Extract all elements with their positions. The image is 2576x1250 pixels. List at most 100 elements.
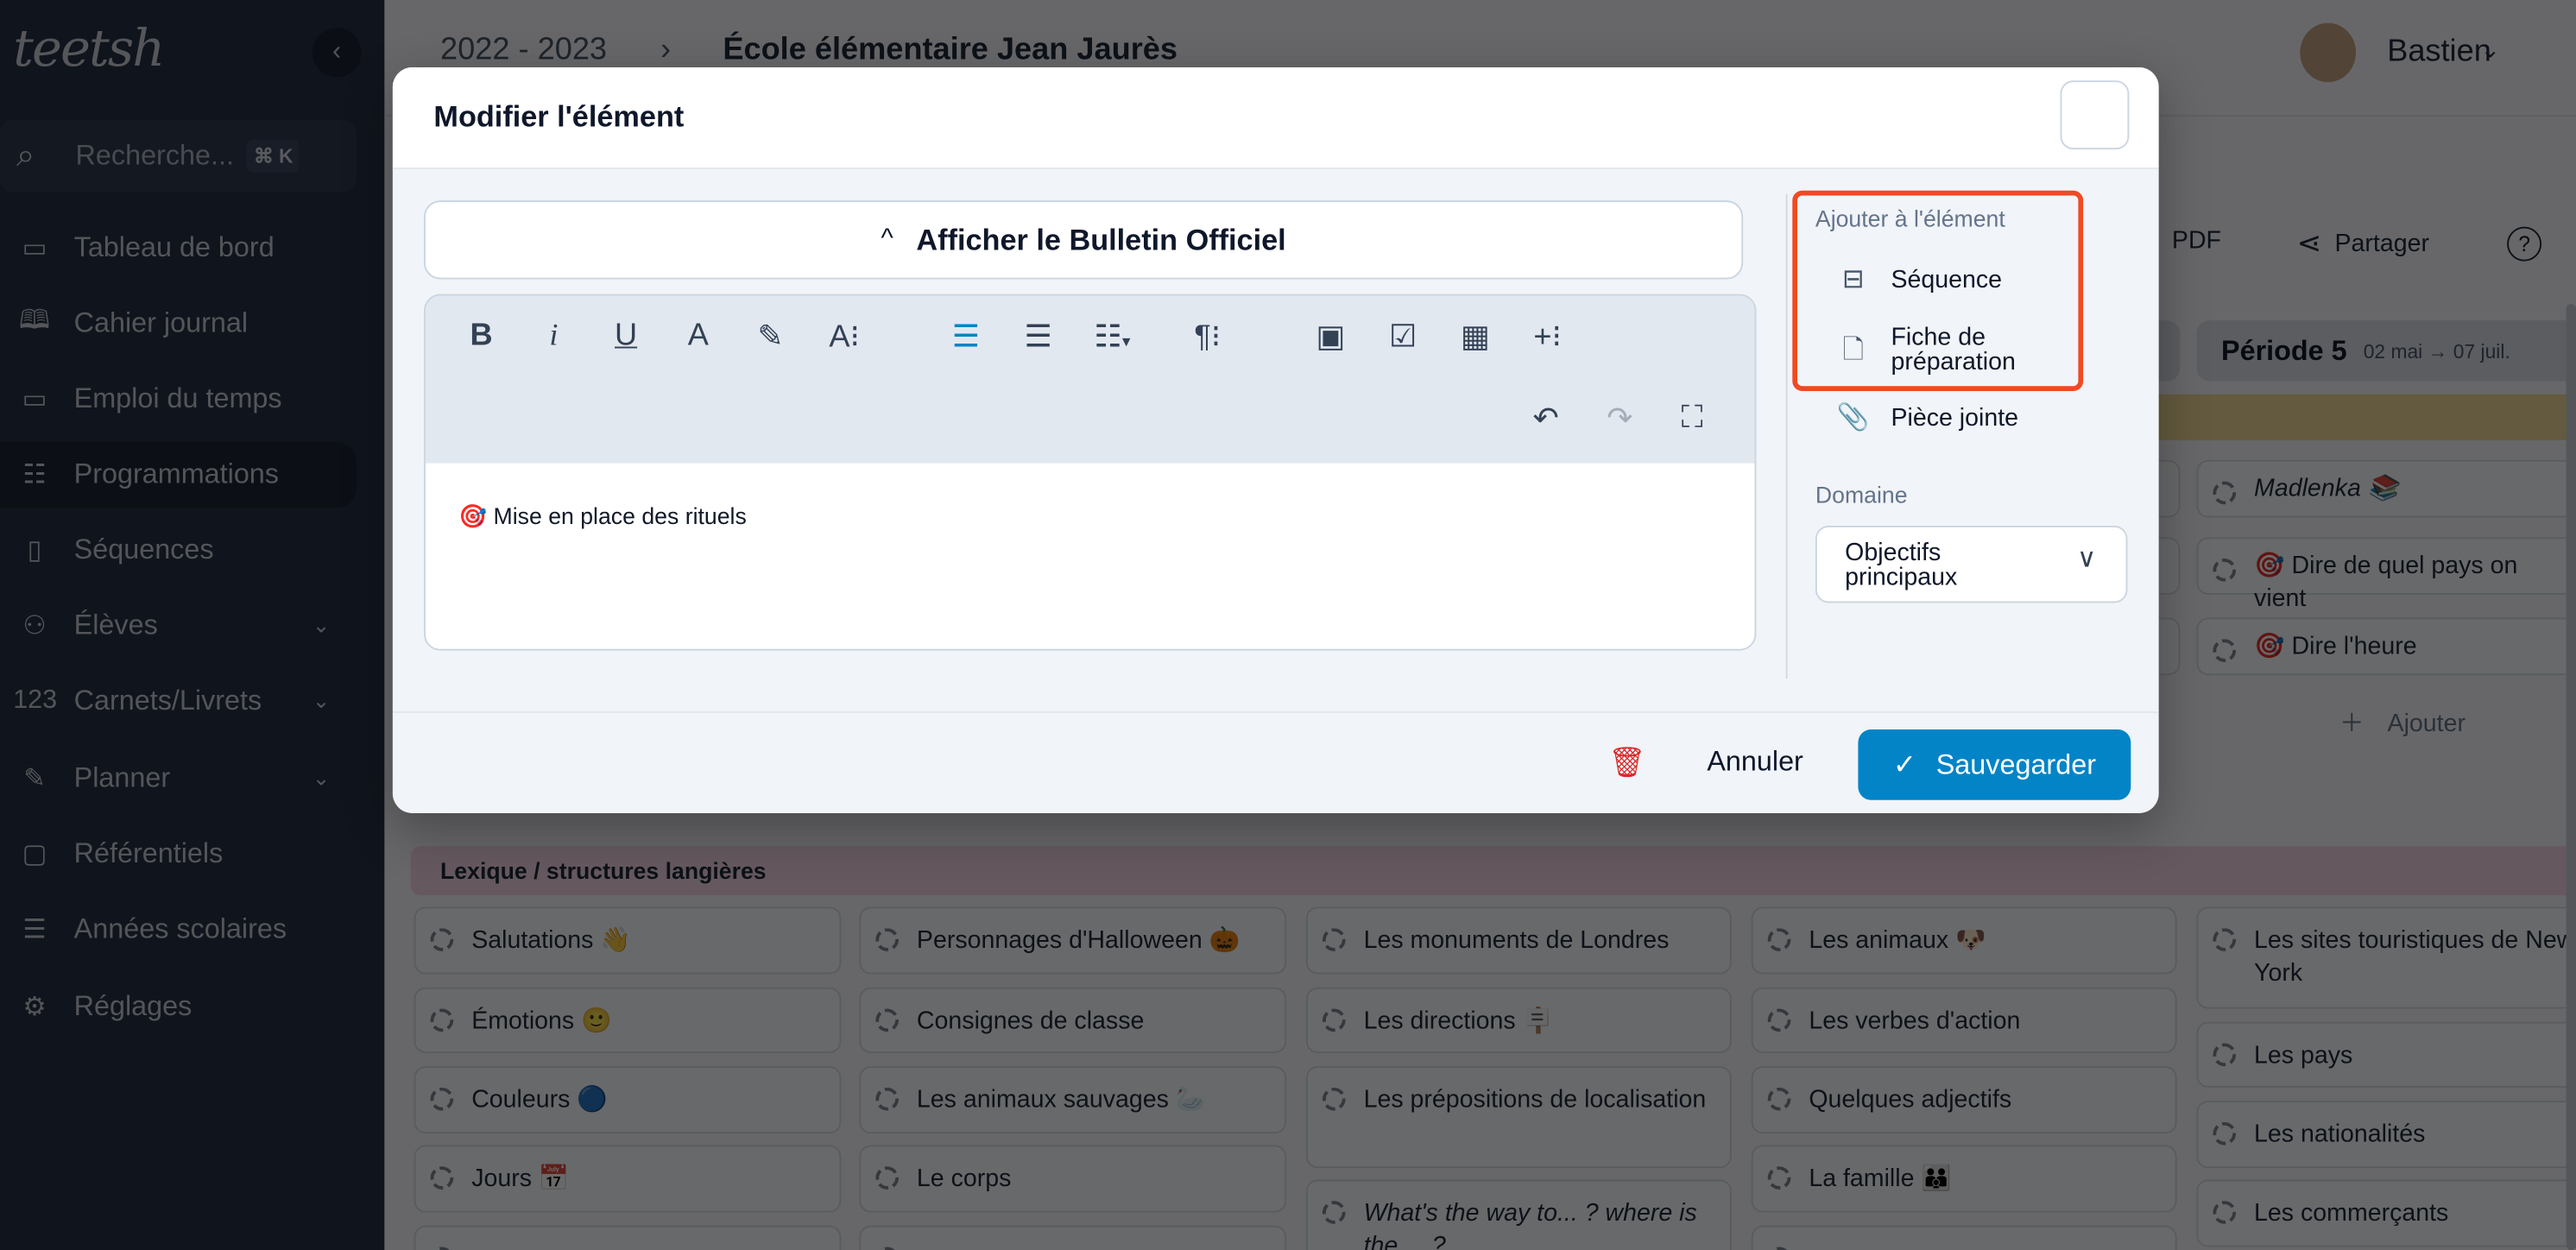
italic-button[interactable]: i bbox=[533, 319, 575, 355]
list-item[interactable]: Les monuments de Londres bbox=[1305, 906, 1732, 975]
align-center-icon[interactable]: ☰ bbox=[1017, 319, 1059, 357]
list-item[interactable]: Les directions 🪧 bbox=[1305, 987, 1732, 1053]
list-item[interactable]: Les verbes d'action bbox=[1751, 987, 2177, 1053]
redo-icon[interactable]: ↷ bbox=[1599, 401, 1641, 439]
list-item[interactable]: Les commerçants bbox=[2196, 1179, 2576, 1247]
avatar[interactable] bbox=[2300, 22, 2357, 83]
list-item[interactable]: Les animaux sauvages 🦢 bbox=[859, 1066, 1287, 1134]
domain-label: Domaine bbox=[1815, 481, 1908, 508]
list-item[interactable]: Les nationalités bbox=[2196, 1101, 2576, 1169]
list-item[interactable] bbox=[1751, 1225, 2177, 1250]
list-item[interactable]: Jours 📅 bbox=[414, 1145, 842, 1213]
table-icon[interactable]: ▦ bbox=[1454, 319, 1496, 357]
align-left-icon[interactable]: ☰ bbox=[944, 319, 987, 357]
sidebar-item-annees-scolaires[interactable]: ☰ Années scolaires bbox=[0, 897, 357, 963]
sidebar-item-label: Élèves bbox=[73, 609, 158, 641]
list-item[interactable]: Les animaux 🐶 bbox=[1751, 906, 2177, 975]
list-item[interactable]: 🎯 Dire l'heure bbox=[2196, 617, 2576, 676]
editor-content[interactable]: 🎯 Mise en place des rituels bbox=[458, 502, 747, 530]
show-bulletin-officiel-button[interactable]: ^ Afficher le Bulletin Officiel bbox=[423, 200, 1744, 280]
sidebar-item-sequences[interactable]: ▯ Séquences bbox=[0, 517, 357, 583]
help-icon[interactable]: ? bbox=[2507, 226, 2542, 262]
add-item-button[interactable]: ＋ Ajouter bbox=[2339, 704, 2466, 739]
chevron-down-icon: ⌄ bbox=[312, 765, 331, 791]
list-item[interactable]: La famille 👪 bbox=[1751, 1145, 2177, 1213]
user-name[interactable]: Bastien bbox=[2387, 35, 2491, 71]
chevron-down-icon[interactable]: ⌄ bbox=[2481, 36, 2500, 64]
bold-button[interactable]: B bbox=[460, 319, 502, 355]
sidebar-item-emploi-du-temps[interactable]: ▭ Emploi du temps bbox=[0, 366, 357, 432]
logo: teetsh bbox=[13, 19, 165, 79]
list-item[interactable] bbox=[859, 1225, 1287, 1250]
close-button[interactable] bbox=[2060, 80, 2130, 150]
search-icon: ⌕ bbox=[16, 136, 35, 174]
save-button[interactable]: ✓ Sauvegarder bbox=[1858, 729, 2131, 800]
highlight-box bbox=[1792, 190, 2084, 391]
sidebar-item-label: Emploi du temps bbox=[73, 382, 282, 414]
list-item[interactable]: Les sites touristiques de New York bbox=[2196, 906, 2576, 1009]
collapse-sidebar-button[interactable]: ‹ bbox=[312, 28, 362, 78]
paragraph-icon[interactable]: ¶⁝ bbox=[1186, 319, 1228, 357]
checkbox-icon[interactable]: ☑ bbox=[1382, 319, 1424, 357]
sidebar-item-planner[interactable]: ✎ Planner ⌄ bbox=[0, 746, 357, 811]
check-icon: ✓ bbox=[1892, 748, 1916, 780]
period-5-header: Période 5 02 mai → 07 juil. bbox=[2196, 320, 2576, 382]
highlighter-icon[interactable]: ✎ bbox=[749, 319, 792, 357]
fullscreen-icon[interactable]: ⛶ bbox=[1670, 401, 1713, 437]
list-item[interactable]: 🎯 Dire de quel pays on vient bbox=[2196, 537, 2576, 613]
breadcrumb-year[interactable]: 2022 - 2023 bbox=[440, 33, 607, 69]
sidebar-item-referentiels[interactable]: ▢ Référentiels bbox=[0, 822, 357, 887]
image-icon[interactable]: ▣ bbox=[1310, 319, 1352, 357]
sidebar-item-label: Réglages bbox=[73, 990, 193, 1022]
list-item[interactable]: Les pays bbox=[2196, 1021, 2576, 1088]
pencil-icon: ✎ bbox=[23, 765, 46, 794]
text-color-icon[interactable]: A bbox=[677, 319, 719, 355]
rich-text-editor: B i U A ✎ A⁝ ☰ ☰ ☷▾ ¶⁝ ▣ ☑ ▦ +⁝ ↶ ↷ ⛶ 🎯 … bbox=[423, 294, 1757, 651]
list-item[interactable]: What's the way to... ? where is the ... … bbox=[1305, 1179, 1732, 1250]
share-icon: ⋖ bbox=[2296, 226, 2322, 260]
sidebar-item-cahier-journal[interactable]: 🕮 Cahier journal bbox=[0, 291, 357, 357]
share-button[interactable]: ⋖ Partager bbox=[2297, 227, 2429, 262]
sidebar-item-tableau-de-bord[interactable]: ▭ Tableau de bord bbox=[0, 215, 357, 281]
sidebar-item-label: Planner bbox=[73, 762, 171, 794]
search-placeholder: Recherche... bbox=[75, 139, 234, 171]
list-item[interactable]: Madlenka 📚 bbox=[2196, 459, 2576, 518]
list-item[interactable]: Quelques adjectifs bbox=[1751, 1066, 2177, 1134]
table-icon: ☷ bbox=[22, 461, 47, 490]
breadcrumb-school[interactable]: École élémentaire Jean Jaurès bbox=[723, 33, 1178, 69]
sidebar-item-carnets-livrets[interactable]: 123 Carnets/Livrets ⌄ bbox=[0, 669, 357, 735]
list-item[interactable]: Le corps bbox=[859, 1145, 1287, 1213]
list-item[interactable]: Salutations 👋 bbox=[414, 906, 842, 975]
delete-trash-icon[interactable]: 🗑 bbox=[1608, 746, 1646, 780]
chevron-down-icon: ⌄ bbox=[312, 688, 331, 713]
search-input[interactable]: ⌕ Recherche... ⌘ K bbox=[0, 119, 357, 193]
sidebar-item-label: Années scolaires bbox=[73, 913, 287, 945]
underline-button[interactable]: U bbox=[604, 319, 647, 355]
period-dates: 02 mai → 07 juil. bbox=[2363, 338, 2510, 363]
modal-title: Modifier l'élément bbox=[433, 100, 685, 134]
cancel-button[interactable]: Annuler bbox=[1707, 746, 1803, 779]
list-item[interactable]: Consignes de classe bbox=[859, 987, 1287, 1053]
add-attachment-button[interactable]: 📎 Pièce jointe bbox=[1835, 404, 2018, 432]
font-size-icon[interactable]: A⁝ bbox=[823, 319, 865, 357]
insert-more-icon[interactable]: +⁝ bbox=[1526, 319, 1569, 357]
scrollbar[interactable] bbox=[2566, 304, 2576, 1250]
editor-toolbar: B i U A ✎ A⁝ ☰ ☰ ☷▾ ¶⁝ ▣ ☑ ▦ +⁝ ↶ ↷ ⛶ bbox=[425, 295, 1755, 464]
list-item[interactable]: Personnages d'Halloween 🎃 bbox=[859, 906, 1287, 975]
list-item[interactable]: Couleurs 🔵 bbox=[414, 1066, 842, 1134]
sidebar-item-eleves[interactable]: ⚇ Élèves ⌄ bbox=[0, 593, 357, 659]
ordered-list-icon[interactable]: ☷▾ bbox=[1091, 319, 1133, 357]
calendar-icon: ▭ bbox=[22, 386, 47, 414]
list-item[interactable]: Les prépositions de localisation bbox=[1305, 1066, 1732, 1169]
undo-icon[interactable]: ↶ bbox=[1525, 401, 1567, 439]
sidebar-item-programmations[interactable]: ☷ Programmations bbox=[0, 441, 357, 508]
save-label: Sauvegarder bbox=[1935, 748, 2096, 780]
list-item[interactable] bbox=[414, 1225, 842, 1250]
domain-select[interactable]: Objectifs principaux ∨ bbox=[1815, 525, 2128, 603]
bulletin-label: Afficher le Bulletin Officiel bbox=[916, 222, 1286, 256]
sidebar-item-label: Tableau de bord bbox=[73, 231, 275, 263]
export-pdf-button[interactable]: PDF bbox=[2172, 227, 2221, 255]
sidebar-item-reglages[interactable]: ⚙ Réglages bbox=[0, 975, 357, 1040]
paperclip-icon: 📎 bbox=[1836, 404, 1870, 432]
list-item[interactable]: Émotions 🙂 bbox=[414, 987, 842, 1053]
